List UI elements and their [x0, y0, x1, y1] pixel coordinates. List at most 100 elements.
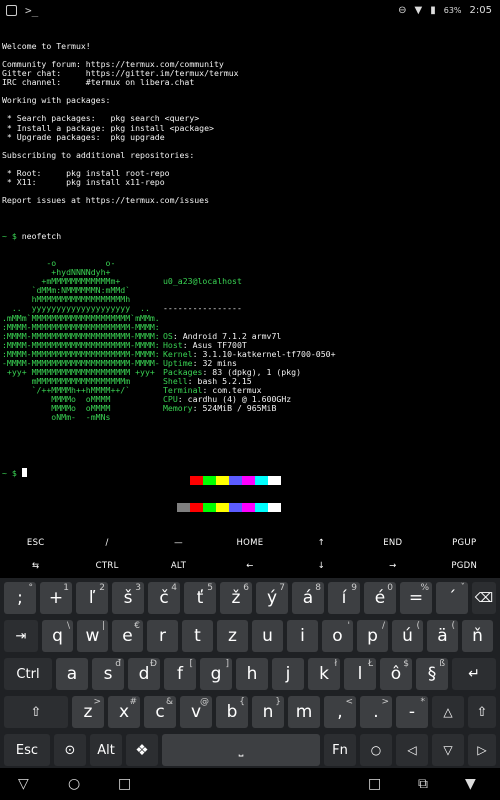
key-w[interactable]: | w: [77, 620, 108, 652]
key-g[interactable]: ] g: [200, 658, 232, 690]
key-á[interactable]: 8á: [292, 582, 324, 614]
key--[interactable]: * -: [396, 696, 428, 728]
key-u[interactable]: u: [252, 620, 283, 652]
space-key[interactable]: ⎵: [162, 734, 320, 766]
shift-right-key[interactable]: ⇧: [468, 696, 496, 728]
key-p[interactable]: / p: [357, 620, 388, 652]
logo-line: oNMm- -mMNs: [2, 412, 111, 423]
key-label: j: [285, 664, 291, 684]
extra-key-[interactable]: —: [143, 532, 214, 555]
window-icon[interactable]: ⧉: [418, 776, 428, 792]
extra-key-[interactable]: /: [71, 532, 142, 555]
shift-key[interactable]: ⇧: [4, 696, 68, 728]
wifi-icon: ▼: [414, 5, 423, 16]
emoji-key[interactable]: ❖: [126, 734, 158, 766]
esc-key[interactable]: Esc: [4, 734, 50, 766]
wifi-nav-icon[interactable]: ▼: [465, 776, 476, 792]
key-o[interactable]: ' o: [322, 620, 353, 652]
tab-key[interactable]: ⇥: [4, 620, 38, 652]
home-icon[interactable]: ○: [68, 776, 80, 792]
arrow-left-key[interactable]: ◁: [396, 734, 428, 766]
clock: 2:05: [469, 5, 492, 16]
key-,[interactable]: <,: [324, 696, 356, 728]
key-h[interactable]: h: [236, 658, 268, 690]
extra-key-end[interactable]: END: [357, 532, 428, 555]
key-ž[interactable]: 6ž: [220, 582, 252, 614]
extra-key-pgup[interactable]: PGUP: [429, 532, 500, 555]
key-q[interactable]: \ q: [42, 620, 73, 652]
key-´[interactable]: ˇ ´: [436, 582, 468, 614]
key-v[interactable]: @ v: [180, 696, 212, 728]
key-=[interactable]: % =: [400, 582, 432, 614]
key-a[interactable]: a: [56, 658, 88, 690]
enter-icon: ↵: [468, 666, 480, 682]
key-n[interactable]: } n: [252, 696, 284, 728]
extra-key-alt[interactable]: ALT: [143, 555, 214, 578]
arrow-up-key[interactable]: △: [432, 696, 464, 728]
extra-key-[interactable]: →: [357, 555, 428, 578]
key-c[interactable]: & c: [144, 696, 176, 728]
key-s[interactable]: đs: [92, 658, 124, 690]
ctrl-key[interactable]: Ctrl: [4, 658, 52, 690]
key-z[interactable]: z: [217, 620, 248, 652]
key-i[interactable]: i: [287, 620, 318, 652]
key-é[interactable]: 0é: [364, 582, 396, 614]
extra-key-pgdn[interactable]: PGDN: [429, 555, 500, 578]
key-j[interactable]: j: [272, 658, 304, 690]
key-č[interactable]: 4č: [148, 582, 180, 614]
palette-swatch: [216, 503, 229, 513]
key-§[interactable]: ß §: [416, 658, 448, 690]
extra-key-[interactable]: ↑: [286, 532, 357, 555]
settings-key[interactable]: ⊙: [54, 734, 86, 766]
key-hint: 7: [279, 583, 285, 593]
key-ä[interactable]: (ä: [427, 620, 458, 652]
key-z[interactable]: > z: [72, 696, 104, 728]
key-ô[interactable]: $ ô: [380, 658, 412, 690]
key-hint: 0: [387, 583, 393, 593]
square-icon[interactable]: □: [368, 776, 381, 792]
key-label: q: [52, 626, 63, 646]
key-ý[interactable]: 7ý: [256, 582, 288, 614]
key-b[interactable]: {b: [216, 696, 248, 728]
extra-key-esc[interactable]: ESC: [0, 532, 71, 555]
extra-key-[interactable]: ←: [214, 555, 285, 578]
key-t[interactable]: t: [182, 620, 213, 652]
hide-keyboard-icon[interactable]: ▽: [18, 776, 29, 792]
right-triangle-icon: ▷: [477, 743, 487, 757]
terminal-view[interactable]: Welcome to Termux! Community forum: https…: [2, 24, 498, 532]
key-+[interactable]: 1 +: [40, 582, 72, 614]
key-e[interactable]: € e: [112, 620, 143, 652]
extra-key-home[interactable]: HOME: [214, 532, 285, 555]
key-hint: 3: [135, 583, 141, 593]
backspace-key[interactable]: ⌫: [472, 582, 496, 614]
mic-key[interactable]: ○: [360, 734, 392, 766]
key-r[interactable]: r: [147, 620, 178, 652]
key-;[interactable]: °;: [4, 582, 36, 614]
enter-key[interactable]: ↵: [452, 658, 496, 690]
extra-key-[interactable]: ↓: [286, 555, 357, 578]
key-l[interactable]: Łl: [344, 658, 376, 690]
arrow-down-key[interactable]: ▽: [432, 734, 464, 766]
battery-percent: 63%: [443, 6, 462, 15]
key-k[interactable]: łk: [308, 658, 340, 690]
key-š[interactable]: 3š: [112, 582, 144, 614]
down-triangle-icon: ▽: [443, 743, 453, 757]
key-ť[interactable]: 5ť: [184, 582, 216, 614]
key-f[interactable]: [f: [164, 658, 196, 690]
arrow-right-key[interactable]: ▷: [468, 734, 496, 766]
key-x[interactable]: # x: [108, 696, 140, 728]
key-í[interactable]: 9í: [328, 582, 360, 614]
key-ú[interactable]: (ú: [392, 620, 423, 652]
key-.[interactable]: >.: [360, 696, 392, 728]
extra-key-ctrl[interactable]: CTRL: [71, 555, 142, 578]
alt-key[interactable]: Alt: [90, 734, 122, 766]
recents-icon[interactable]: □: [118, 776, 131, 792]
key-label: f: [177, 664, 183, 684]
extra-key-[interactable]: ⇆: [0, 555, 71, 578]
key-m[interactable]: m: [288, 696, 320, 728]
fn-key[interactable]: Fn: [324, 734, 356, 766]
key-ľ[interactable]: 2ľ: [76, 582, 108, 614]
key-label: z: [83, 702, 93, 722]
key-d[interactable]: Đd: [128, 658, 160, 690]
key-ň[interactable]: ň: [462, 620, 493, 652]
